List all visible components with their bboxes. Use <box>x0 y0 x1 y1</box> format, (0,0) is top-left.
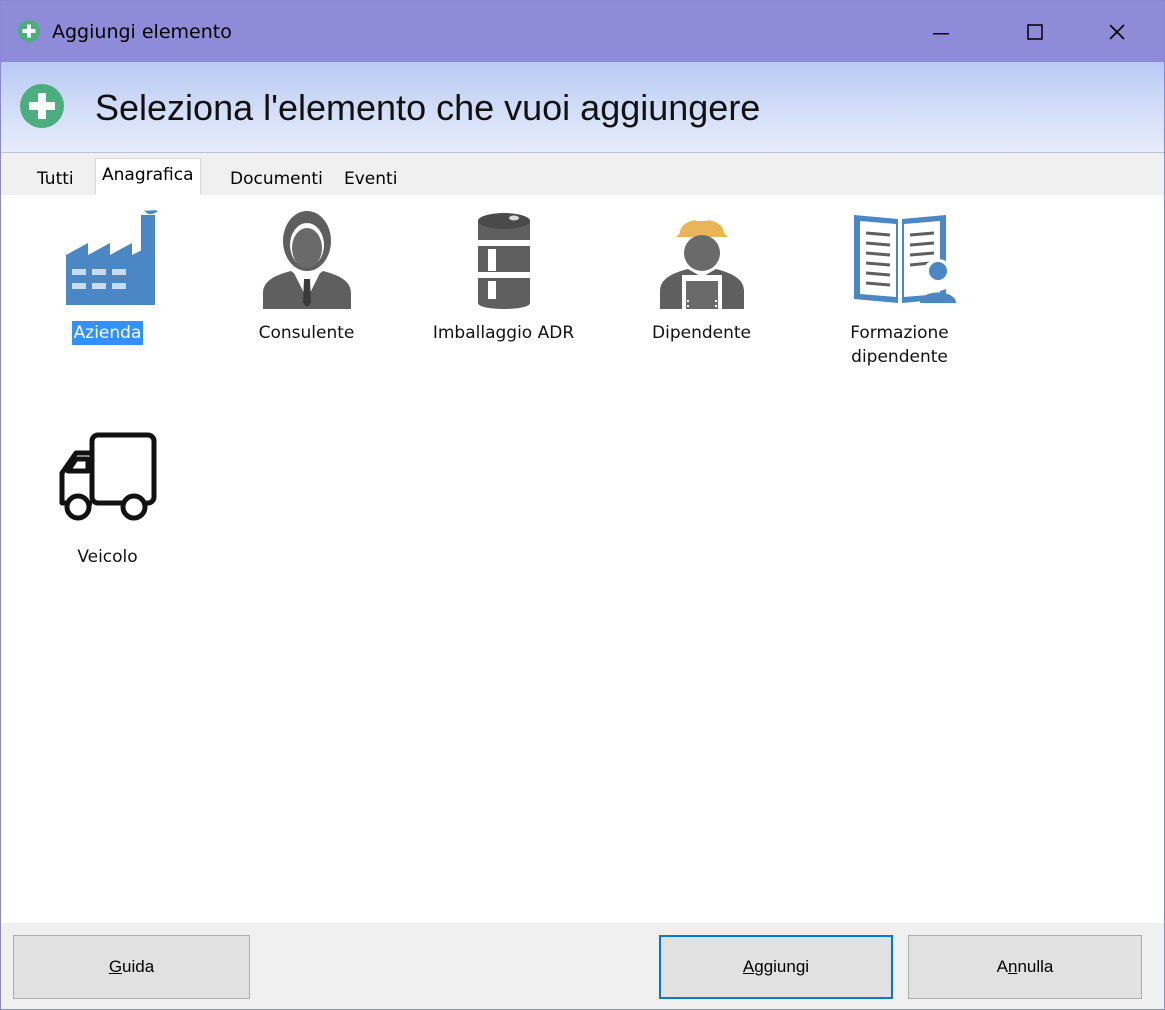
item-label: Dipendente <box>652 323 751 343</box>
consultant-icon <box>262 211 351 309</box>
item-label: Imballaggio ADR <box>432 323 575 343</box>
close-icon <box>1109 23 1125 40</box>
dialog-window: Aggiungi elemento Seleziona l'elemento c… <box>0 0 1165 1010</box>
close-button[interactable] <box>1070 1 1164 62</box>
training-book-icon <box>853 215 956 303</box>
item-imballaggio-adr[interactable]: Imballaggio ADR <box>411 203 596 345</box>
minimize-icon <box>933 32 949 34</box>
add-button[interactable]: Aggiungi <box>659 935 893 999</box>
item-veicolo[interactable]: Veicolo <box>15 427 200 569</box>
worker-icon <box>659 209 744 309</box>
item-label: Consulente <box>258 323 355 343</box>
maximize-icon <box>1027 23 1043 40</box>
factory-icon <box>65 210 158 305</box>
item-consulente[interactable]: Consulente <box>214 203 399 345</box>
help-button[interactable]: Guida <box>13 935 250 999</box>
footer-bar: Guida Aggiungi Annulla <box>1 923 1164 1009</box>
items-panel: Azienda Consulente Imballaggio ADR Dipen… <box>1 195 1164 923</box>
cancel-button[interactable]: Annulla <box>908 935 1142 999</box>
item-formazione-dipendente[interactable]: Formazione dipendente <box>807 203 992 369</box>
truck-icon <box>59 432 156 521</box>
item-dipendente[interactable]: Dipendente <box>609 203 794 345</box>
plus-circle-icon <box>18 20 40 42</box>
item-label: Formazione dipendente <box>850 323 949 367</box>
item-label: Veicolo <box>77 547 138 567</box>
header-title: Seleziona l'elemento che vuoi aggiungere <box>95 87 761 128</box>
item-azienda[interactable]: Azienda <box>15 203 200 345</box>
plus-circle-icon <box>20 84 64 128</box>
tab-tutti[interactable]: Tutti <box>31 163 80 195</box>
title-bar[interactable]: Aggiungi elemento <box>1 1 1164 62</box>
item-label: Azienda <box>71 321 144 345</box>
tab-strip: Tutti Anagrafica Documenti Eventi <box>1 153 1164 196</box>
tab-eventi[interactable]: Eventi <box>338 163 403 195</box>
header-banner: Seleziona l'elemento che vuoi aggiungere <box>1 62 1164 153</box>
window-title: Aggiungi elemento <box>52 21 232 43</box>
barrel-icon <box>477 213 530 309</box>
maximize-button[interactable] <box>988 1 1082 62</box>
tab-anagrafica[interactable]: Anagrafica <box>95 158 201 196</box>
minimize-button[interactable] <box>894 1 988 62</box>
tab-documenti[interactable]: Documenti <box>224 163 329 195</box>
